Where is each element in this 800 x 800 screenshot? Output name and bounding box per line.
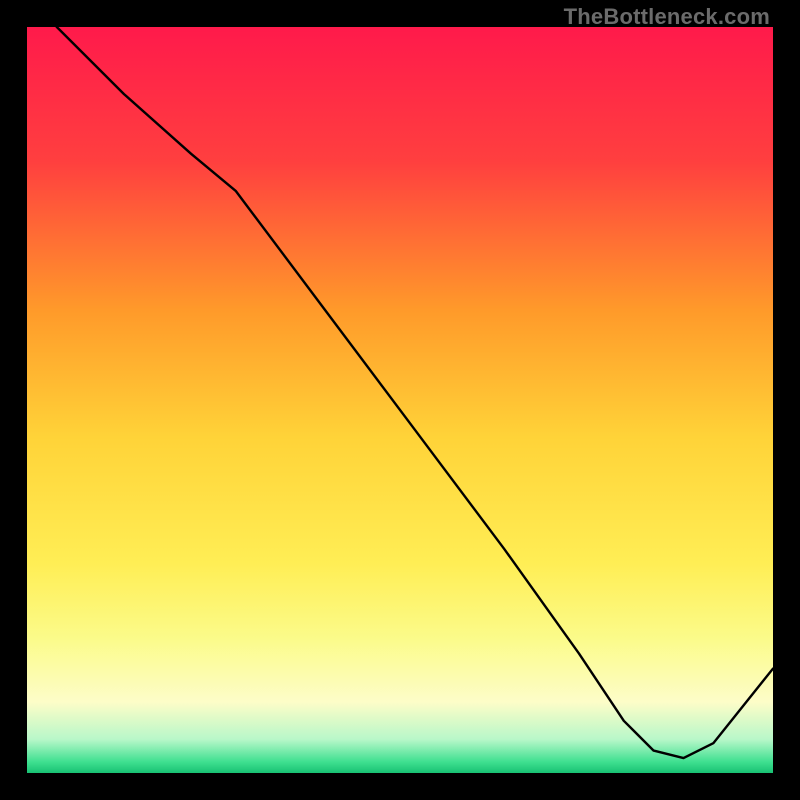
gradient-fill bbox=[27, 27, 773, 773]
plot-area bbox=[27, 27, 773, 773]
chart-frame: TheBottleneck.com bbox=[0, 0, 800, 800]
chart-svg bbox=[27, 27, 773, 773]
